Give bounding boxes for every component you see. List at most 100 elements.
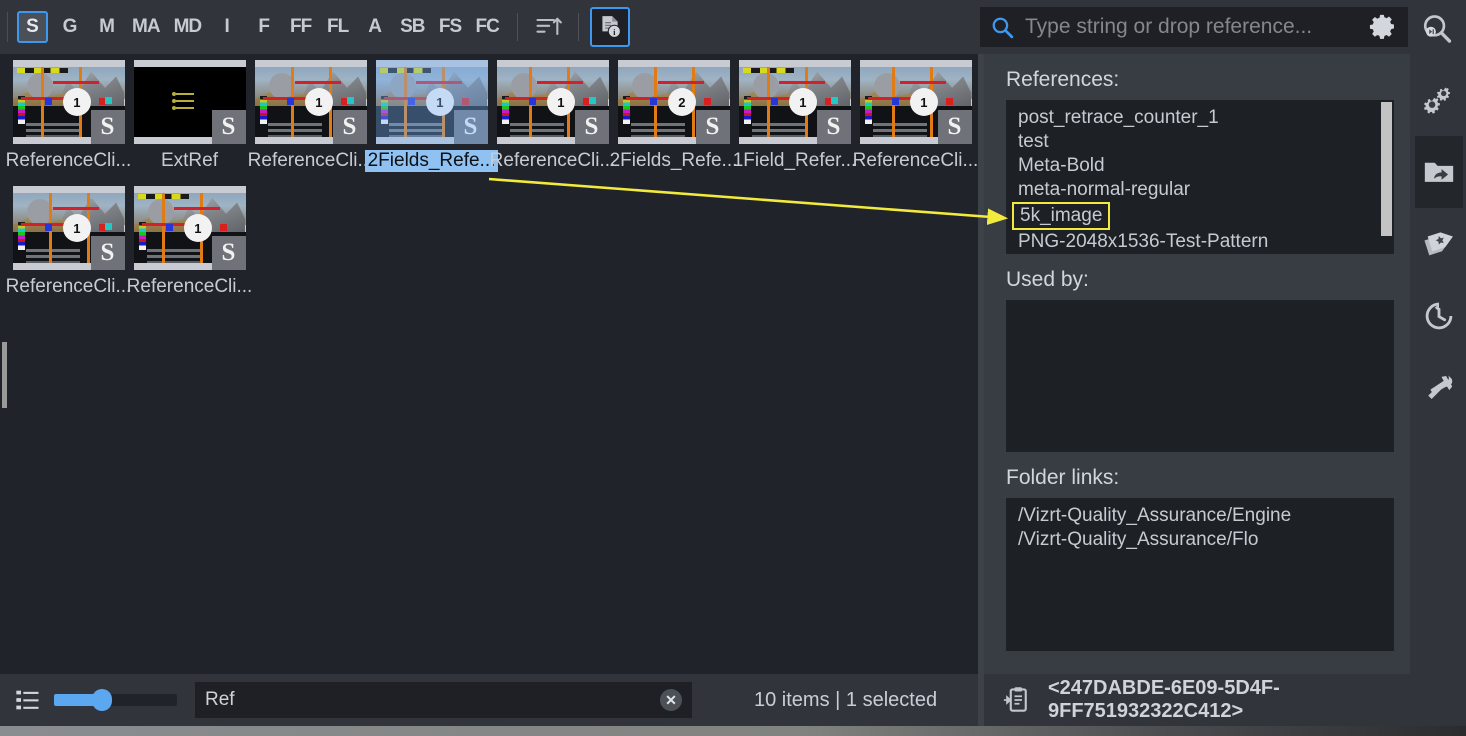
clear-icon[interactable]: ✕ (660, 689, 682, 711)
filter-audio[interactable]: A (359, 11, 390, 43)
thumbnail-preview[interactable]: 1S (12, 60, 125, 144)
toolbar-divider-start (7, 12, 8, 42)
asset-thumbnail-item[interactable]: 1 S ReferenceCli... (490, 60, 615, 172)
references-list[interactable]: post_retrace_counter_1 test Meta-Bold meta-… (1006, 100, 1394, 254)
filter-scene[interactable]: S (17, 11, 48, 43)
asset-type-badge: S (90, 236, 125, 270)
asset-label[interactable]: 1Field_Refer... (730, 150, 860, 172)
sort-ascending-icon[interactable] (529, 8, 567, 46)
reference-row[interactable]: 5k_image (1010, 202, 1394, 230)
document-info-icon[interactable]: i (589, 7, 630, 47)
content-scrollbar[interactable] (2, 342, 7, 408)
folder-links-list[interactable]: /Vizrt-Quality_Assurance/Engine/Vizrt-Qu… (1006, 498, 1394, 651)
filter-fontstyle[interactable]: FS (435, 11, 466, 43)
list-view-icon[interactable] (14, 686, 42, 714)
item-count-label: 10 items | 1 selected (754, 688, 938, 711)
asset-thumbnail-item[interactable]: 2 S 2Fields_Refe... (610, 60, 737, 172)
asset-label[interactable]: ReferenceCli... (3, 150, 135, 172)
asset-label[interactable]: 2Fields_Refe... (607, 150, 741, 172)
asset-type-badge: S (937, 110, 972, 144)
filter-geometry[interactable]: G (54, 11, 85, 43)
asset-type-badge: S (90, 110, 125, 144)
asset-grid-area[interactable]: 1 S ReferenceCli... S ExtRef 1 S ReferenceCli..… (0, 54, 984, 674)
asset-thumbnail-item[interactable]: 1 S ReferenceCli... (853, 60, 978, 172)
filter-material-d[interactable]: MD (170, 11, 206, 43)
folder-link-item[interactable]: /Vizrt-Quality_Assurance/Engine (1010, 504, 1394, 528)
search-input[interactable] (1025, 12, 1362, 42)
uuid-value[interactable]: <247DABDE-6E09-5D4F-9FF751932322C412> (1048, 677, 1410, 723)
references-scrollbar[interactable] (1381, 102, 1392, 236)
asset-label[interactable]: ReferenceCli... (850, 150, 982, 172)
reference-item[interactable]: test (1010, 130, 1394, 154)
reference-item[interactable]: meta-normal-regular (1010, 178, 1394, 202)
reference-row[interactable]: PNG-2048x1536-Test-Pattern (1010, 230, 1394, 254)
search-bar[interactable] (980, 7, 1408, 47)
thumbnail-preview[interactable]: 1S (254, 60, 367, 144)
rail-settings-icon[interactable] (1415, 64, 1463, 136)
filter-fontcollection[interactable]: FC (472, 11, 503, 43)
reference-item[interactable]: Meta-Bold (1010, 154, 1394, 178)
asset-label[interactable]: 2Fields_Refe... (364, 150, 499, 172)
thumbnail-preview[interactable]: 2S (617, 60, 730, 144)
filter-material[interactable]: M (91, 11, 122, 43)
filter-material-a[interactable]: MA (128, 11, 164, 43)
asset-thumbnail-item[interactable]: 1 S ReferenceCli... (6, 60, 131, 172)
thumbnail-image: 1 (375, 67, 488, 137)
rail-tags-icon[interactable] (1415, 208, 1463, 280)
name-filter-box[interactable]: ✕ (195, 682, 692, 718)
deep-search-icon[interactable] (1416, 8, 1456, 48)
paste-uuid-icon[interactable] (1002, 685, 1032, 715)
rail-tools-icon[interactable] (1415, 352, 1463, 424)
toolbar-divider-2 (577, 13, 579, 41)
reference-row[interactable]: test (1010, 130, 1394, 154)
asset-label[interactable]: ReferenceCli... (487, 150, 619, 172)
asset-thumbnail-item[interactable]: 1 S ReferenceCli... (127, 186, 252, 298)
asset-label[interactable]: ReferenceCli... (3, 276, 135, 298)
status-bar: ✕ 10 items | 1 selected (0, 674, 984, 726)
thumbnail-preview[interactable]: 1S (375, 60, 488, 144)
thumbnail-preview[interactable]: 1S (496, 60, 609, 144)
slider-knob[interactable] (92, 689, 112, 711)
asset-type-badge: S (332, 110, 367, 144)
used-by-list[interactable] (1006, 300, 1394, 452)
reference-item-highlighted[interactable]: 5k_image (1012, 202, 1111, 230)
asset-thumbnail-item[interactable]: 1 S 2Fields_Refe... (364, 60, 499, 172)
asset-thumbnail-item[interactable]: 1 S ReferenceCli... (248, 60, 373, 172)
asset-type-badge: S (211, 236, 246, 270)
folder-link-item[interactable]: /Vizrt-Quality_Assurance/Flo (1010, 528, 1394, 552)
filter-font[interactable]: F (248, 11, 279, 43)
filter-font-family[interactable]: FF (285, 11, 316, 43)
folder-links-label: Folder links: (1006, 466, 1120, 489)
filter-font-list[interactable]: FL (322, 11, 353, 43)
asset-thumbnail-item[interactable]: 1 S ReferenceCli... (6, 186, 131, 298)
gear-icon[interactable] (1368, 12, 1398, 42)
thumbnail-preview[interactable]: 1S (12, 186, 125, 270)
rail-history-icon[interactable] (1415, 280, 1463, 352)
asset-thumbnail-item[interactable]: 1 S 1Field_Refer... (733, 60, 856, 172)
asset-thumbnail-item[interactable]: S ExtRef (129, 60, 250, 172)
thumbnail-preview[interactable]: 1S (859, 60, 972, 144)
reference-item[interactable]: PNG-2048x1536-Test-Pattern (1010, 230, 1394, 254)
name-filter-input[interactable] (195, 683, 660, 717)
reference-row[interactable]: post_retrace_counter_1 (1010, 106, 1394, 130)
filter-image[interactable]: I (211, 11, 242, 43)
references-label: References: (1006, 68, 1120, 91)
rail-folder-icon[interactable] (1415, 136, 1463, 208)
reference-row[interactable]: meta-normal-regular (1010, 178, 1394, 202)
asset-label[interactable]: ReferenceCli... (245, 150, 377, 172)
asset-grid: 1 S ReferenceCli... S ExtRef 1 S ReferenceCli..… (0, 54, 984, 312)
thumbnail-preview[interactable]: 1S (133, 186, 246, 270)
asset-type-badge: S (211, 110, 246, 144)
type-filter-group: S G M MA MD I F FF FL A SB FS FC (14, 11, 506, 43)
thumbnail-preview[interactable]: 1S (738, 60, 851, 144)
thumbnail-size-slider[interactable] (54, 689, 177, 711)
thumbnail-preview[interactable]: S (133, 60, 246, 144)
reference-item[interactable]: post_retrace_counter_1 (1010, 106, 1394, 130)
filter-substance[interactable]: SB (396, 11, 428, 43)
asset-label[interactable]: ReferenceCli... (124, 276, 256, 298)
reference-row[interactable]: Meta-Bold (1010, 154, 1394, 178)
search-icon (990, 15, 1015, 40)
asset-label[interactable]: ExtRef (158, 150, 221, 172)
side-rail (1412, 54, 1466, 726)
toolbar-divider-1 (516, 13, 518, 41)
